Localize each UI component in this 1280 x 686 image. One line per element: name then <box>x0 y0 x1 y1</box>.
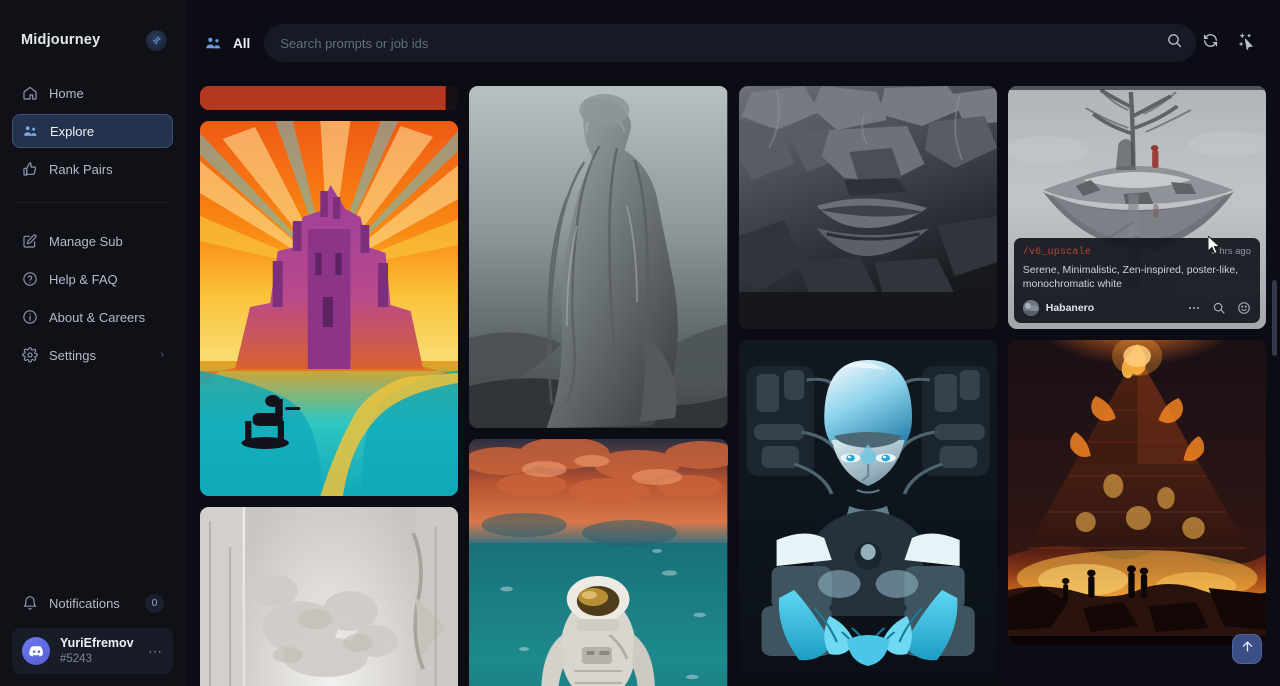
job-author: Habanero <box>1046 302 1094 314</box>
card-red-street[interactable] <box>200 86 458 110</box>
sidebar-item-label: About & Careers <box>49 310 145 325</box>
chevron-right-icon: › <box>160 349 164 361</box>
overlay-header: /v6_upscale 3 hrs ago <box>1023 246 1251 258</box>
avatar <box>1023 300 1039 316</box>
job-command: /v6_upscale <box>1023 247 1091 258</box>
main-content: All <box>186 0 1280 686</box>
search-bar[interactable] <box>264 24 1196 62</box>
sidebar: Midjourney Home <box>0 0 186 686</box>
card-cyborg-woman[interactable] <box>739 340 997 686</box>
explore-group-icon <box>204 34 223 53</box>
scroll-to-top-button[interactable] <box>1232 634 1262 664</box>
card-floating-island[interactable]: /v6_upscale 3 hrs ago Serene, Minimalist… <box>1008 86 1266 329</box>
notifications-label: Notifications <box>49 596 120 611</box>
explore-group-icon <box>22 123 39 140</box>
arrow-up-icon <box>1240 639 1255 659</box>
sidebar-item-label: Explore <box>50 124 94 139</box>
info-circle-icon <box>21 309 38 326</box>
app-title: Midjourney <box>21 32 100 48</box>
card-info-overlay: /v6_upscale 3 hrs ago Serene, Minimalist… <box>1014 238 1260 323</box>
notifications-row[interactable]: Notifications 0 <box>12 586 173 620</box>
sidebar-primary-nav: Home Explore <box>0 68 185 190</box>
sidebar-item-label: Home <box>49 86 84 101</box>
edit-square-icon <box>21 233 38 250</box>
sidebar-item-help-faq[interactable]: Help & FAQ <box>12 262 173 296</box>
grid-column <box>200 86 458 686</box>
more-options-button[interactable] <box>1187 301 1201 315</box>
sidebar-item-manage-sub[interactable]: Manage Sub <box>12 224 173 258</box>
topbar: All <box>186 0 1280 86</box>
user-name: YuriEfremov <box>60 636 134 652</box>
sparkle-cursor-button[interactable] <box>1228 25 1264 61</box>
overlay-footer: Habanero <box>1023 300 1251 316</box>
card-rock-face[interactable] <box>739 86 997 329</box>
sidebar-footer: Notifications 0 YuriEfremov #5243 ⋯ <box>0 586 185 686</box>
sidebar-item-about-careers[interactable]: About & Careers <box>12 300 173 334</box>
brand-row: Midjourney <box>0 12 185 68</box>
search-submit-button[interactable] <box>1156 25 1192 61</box>
notifications-count-badge: 0 <box>145 594 164 613</box>
vertical-scrollbar-thumb[interactable] <box>1272 280 1277 356</box>
sidebar-item-label: Manage Sub <box>49 234 123 249</box>
sidebar-secondary-nav: Manage Sub Help & FAQ <box>0 216 185 376</box>
sidebar-item-home[interactable]: Home <box>12 76 173 110</box>
discord-icon <box>22 637 50 665</box>
home-icon <box>21 85 38 102</box>
grid-column <box>469 86 727 686</box>
sidebar-item-rank-pairs[interactable]: Rank Pairs <box>12 152 173 186</box>
card-shrouded-figure[interactable] <box>469 86 727 428</box>
grid-column <box>739 86 997 686</box>
user-meta: YuriEfremov #5243 <box>60 636 134 666</box>
filter-label: All <box>233 36 250 51</box>
card-desert-castle[interactable] <box>200 121 458 496</box>
sparkle-cursor-icon <box>1237 32 1255 55</box>
image-grid: /v6_upscale 3 hrs ago Serene, Minimalist… <box>186 86 1280 686</box>
refresh-icon <box>1202 32 1219 54</box>
sidebar-item-label: Help & FAQ <box>49 272 118 287</box>
card-burning-pyramid[interactable] <box>1008 340 1266 645</box>
grid-column: /v6_upscale 3 hrs ago Serene, Minimalist… <box>1008 86 1266 645</box>
question-circle-icon <box>21 271 38 288</box>
sidebar-item-label: Settings <box>49 348 96 363</box>
sidebar-item-label: Rank Pairs <box>49 162 113 177</box>
midjourney-app: Midjourney Home <box>0 0 1280 686</box>
filter-all-button[interactable]: All <box>186 25 264 61</box>
pin-icon[interactable] <box>146 30 167 51</box>
sidebar-item-explore[interactable]: Explore <box>12 114 173 148</box>
user-discriminator: #5243 <box>60 652 134 666</box>
search-input[interactable] <box>280 36 1180 51</box>
overlay-actions <box>1187 301 1251 315</box>
ellipsis-icon[interactable]: ⋯ <box>148 643 163 660</box>
gear-icon <box>21 347 38 364</box>
job-timestamp: 3 hrs ago <box>1211 246 1251 257</box>
zoom-search-button[interactable] <box>1212 301 1226 315</box>
bell-icon <box>21 595 38 612</box>
card-underwater-astronaut[interactable] <box>469 439 727 686</box>
search-icon <box>1166 32 1183 54</box>
job-prompt: Serene, Minimalistic, Zen-inspired, post… <box>1023 263 1251 291</box>
sidebar-divider <box>15 202 170 203</box>
react-button[interactable] <box>1237 301 1251 315</box>
sidebar-item-settings[interactable]: Settings › <box>12 338 173 372</box>
thumbs-up-icon <box>21 161 38 178</box>
card-stone-face-sculpture[interactable] <box>200 507 458 686</box>
refresh-button[interactable] <box>1192 25 1228 61</box>
user-profile-card[interactable]: YuriEfremov #5243 ⋯ <box>12 628 173 674</box>
